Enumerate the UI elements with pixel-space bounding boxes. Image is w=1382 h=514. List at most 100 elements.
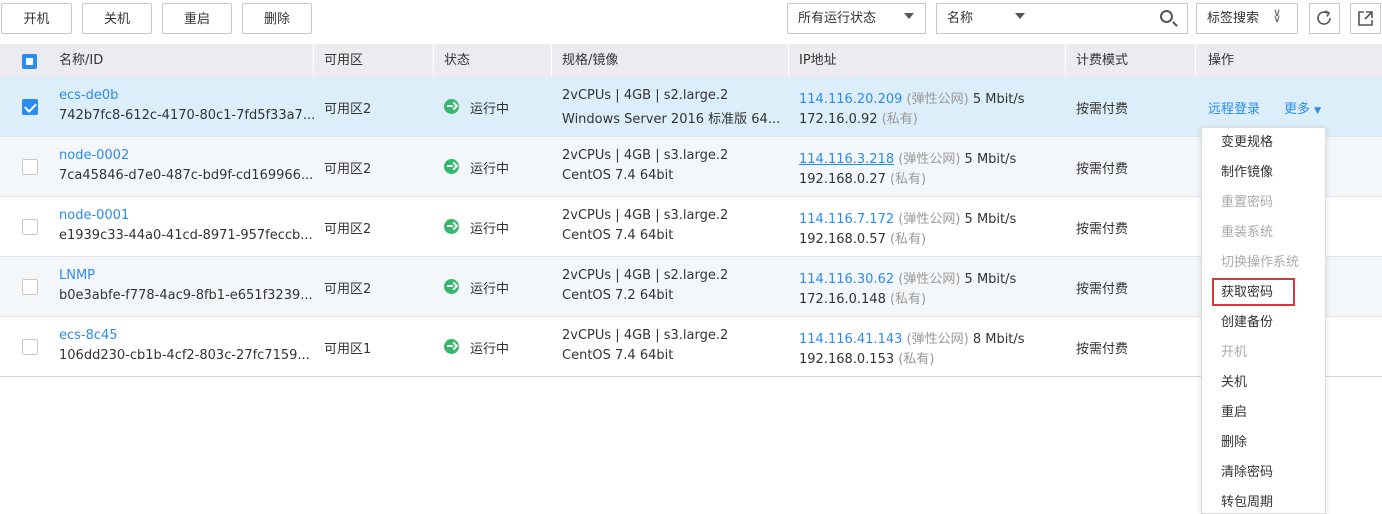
bandwidth-text: 5 Mbit/s (964, 152, 1017, 167)
chevron-down-icon (904, 13, 914, 19)
spec-text: 2vCPUs | 4GB | s2.large.2 (562, 268, 729, 283)
running-status-icon (444, 99, 459, 114)
instance-name-link[interactable]: ecs-8c45 (59, 328, 118, 343)
billing-text: 按需付费 (1076, 282, 1129, 297)
col-actions: 操作 (1208, 53, 1235, 68)
table-row[interactable]: ecs-8c45 106dd230-cb1b-4cf2-803c-27fc715… (0, 317, 1382, 377)
bandwidth-text: 5 Mbit/s (972, 92, 1025, 107)
menu-item-change-billing[interactable]: 转包周期 (1202, 488, 1325, 514)
col-billing[interactable]: 计费模式 (1066, 44, 1128, 77)
private-ip-text: 192.168.0.153 (799, 352, 895, 367)
status-text: 运行中 (470, 342, 510, 357)
table-row[interactable]: node-0001 e1939c33-44a0-41cd-8971-957fec… (0, 197, 1382, 257)
menu-item-clear-password[interactable]: 清除密码 (1202, 458, 1325, 488)
instance-id: 7ca45846-d7e0-487c-bd9f-cd169966... (59, 168, 314, 183)
row-checkbox[interactable] (22, 339, 38, 355)
image-text: CentOS 7.2 64bit (562, 288, 674, 303)
restart-button[interactable]: 重启 (162, 3, 232, 34)
refresh-button[interactable] (1309, 3, 1340, 34)
export-icon (1358, 11, 1373, 26)
spec-text: 2vCPUs | 4GB | s3.large.2 (562, 208, 729, 223)
refresh-icon (1317, 10, 1331, 25)
stop-button[interactable]: 关机 (82, 3, 152, 34)
spec-text: 2vCPUs | 4GB | s2.large.2 (562, 88, 729, 103)
running-status-icon (444, 219, 459, 234)
more-actions-menu: 变更规格 制作镜像 重置密码 重装系统 切换操作系统 获取密码 创建备份 开机 … (1201, 127, 1326, 514)
instance-id: e1939c33-44a0-41cd-8971-957feccb... (59, 228, 313, 243)
instance-name-link[interactable]: LNMP (59, 268, 95, 283)
private-ip-text: 172.16.0.92 (799, 112, 878, 127)
col-name[interactable]: 名称/ID (49, 44, 103, 77)
bandwidth-text: 5 Mbit/s (964, 272, 1017, 287)
menu-item-restart[interactable]: 重启 (1202, 398, 1325, 428)
row-checkbox[interactable] (22, 279, 38, 295)
running-status-icon (444, 339, 459, 354)
billing-text: 按需付费 (1076, 162, 1129, 177)
col-ip[interactable]: IP地址 (789, 44, 837, 77)
eip-link[interactable]: 114.116.41.143 (799, 332, 902, 347)
menu-item-create-backup[interactable]: 创建备份 (1202, 308, 1325, 338)
menu-item-delete[interactable]: 删除 (1202, 428, 1325, 458)
billing-text: 按需付费 (1076, 342, 1129, 357)
billing-text: 按需付费 (1076, 222, 1129, 237)
table-row[interactable]: ecs-de0b 742b7fc8-612c-4170-80c1-7fd5f33… (0, 77, 1382, 137)
private-ip-text: 192.168.0.27 (799, 172, 886, 187)
more-label: 更多 (1284, 102, 1311, 117)
select-all-checkbox[interactable] (22, 54, 37, 69)
running-status-icon (444, 159, 459, 174)
private-tag: (私有) (881, 112, 918, 127)
more-dropdown[interactable]: 更多 ▼ (1284, 98, 1321, 117)
status-text: 运行中 (470, 282, 510, 297)
status-text: 运行中 (470, 162, 510, 177)
menu-item-create-image[interactable]: 制作镜像 (1202, 158, 1325, 188)
instance-name-link[interactable]: node-0001 (59, 208, 129, 223)
table-header: 名称/ID 可用区 状态 规格/镜像 IP地址 计费模式 操作 (0, 44, 1382, 77)
image-text: CentOS 7.4 64bit (562, 168, 674, 183)
instance-name-link[interactable]: ecs-de0b (59, 88, 118, 103)
row-checkbox[interactable] (22, 99, 38, 115)
tag-search-button[interactable]: 标签搜索 (1196, 3, 1298, 34)
eip-link[interactable]: 114.116.30.62 (799, 272, 894, 287)
start-button[interactable]: 开机 (1, 3, 72, 34)
status-filter-value: 所有运行状态 (798, 11, 877, 26)
running-status-icon (444, 279, 459, 294)
table-row[interactable]: node-0002 7ca45846-d7e0-487c-bd9f-cd1699… (0, 137, 1382, 197)
instance-name-link[interactable]: node-0002 (59, 148, 129, 163)
caret-down-icon: ▼ (1314, 106, 1322, 116)
private-ip-text: 172.16.0.148 (799, 292, 886, 307)
col-zone[interactable]: 可用区 (314, 44, 363, 77)
delete-button[interactable]: 删除 (242, 3, 312, 34)
spec-text: 2vCPUs | 4GB | s3.large.2 (562, 148, 729, 163)
tag-search-label: 标签搜索 (1207, 11, 1260, 26)
eip-tag: (弹性公网) (898, 272, 961, 287)
bandwidth-text: 5 Mbit/s (964, 212, 1017, 227)
row-checkbox[interactable] (22, 159, 38, 175)
table-row[interactable]: LNMP b0e3abfe-f778-4ac9-8fb1-e651f3239..… (0, 257, 1382, 317)
instance-id: 742b7fc8-612c-4170-80c1-7fd5f33a7... (59, 108, 316, 123)
search-icon[interactable] (1160, 10, 1173, 23)
row-checkbox[interactable] (22, 219, 38, 235)
menu-item-stop[interactable]: 关机 (1202, 368, 1325, 398)
eip-link[interactable]: 114.116.7.172 (799, 212, 894, 227)
col-divider (1195, 44, 1196, 77)
eip-link[interactable]: 114.116.20.209 (799, 92, 902, 107)
zone-text: 可用区2 (324, 162, 372, 177)
remote-login-link[interactable]: 远程登录 (1208, 98, 1260, 117)
col-status[interactable]: 状态 (434, 44, 470, 77)
chevron-down-icon (1015, 13, 1025, 19)
eip-tag: (弹性公网) (906, 92, 969, 107)
zone-text: 可用区1 (324, 342, 372, 357)
private-tag: (私有) (889, 172, 927, 187)
image-text: CentOS 7.4 64bit (562, 228, 674, 243)
instance-id: b0e3abfe-f778-4ac9-8fb1-e651f3239... (59, 288, 313, 303)
eip-link[interactable]: 114.116.3.218 (799, 152, 894, 167)
bandwidth-text: 8 Mbit/s (972, 332, 1025, 347)
menu-item-change-spec[interactable]: 变更规格 (1202, 128, 1325, 158)
private-tag: (私有) (889, 232, 927, 247)
col-spec[interactable]: 规格/镜像 (552, 44, 618, 77)
double-chevron-down-icon: ∨ ∨ (1273, 6, 1282, 25)
highlight-box (1212, 278, 1295, 306)
export-button[interactable] (1350, 3, 1381, 34)
private-ip-text: 192.168.0.57 (799, 232, 886, 247)
search-field-value: 名称 (947, 11, 974, 26)
